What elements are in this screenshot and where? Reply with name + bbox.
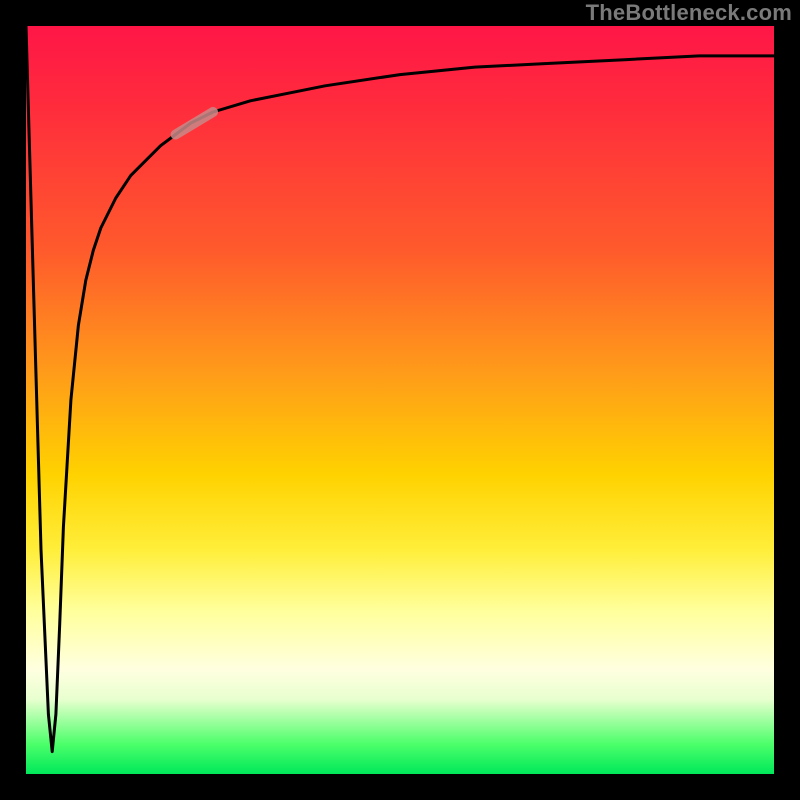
- chart-frame: TheBottleneck.com: [0, 0, 800, 800]
- plot-background-gradient: [26, 26, 774, 774]
- watermark-text: TheBottleneck.com: [586, 0, 792, 26]
